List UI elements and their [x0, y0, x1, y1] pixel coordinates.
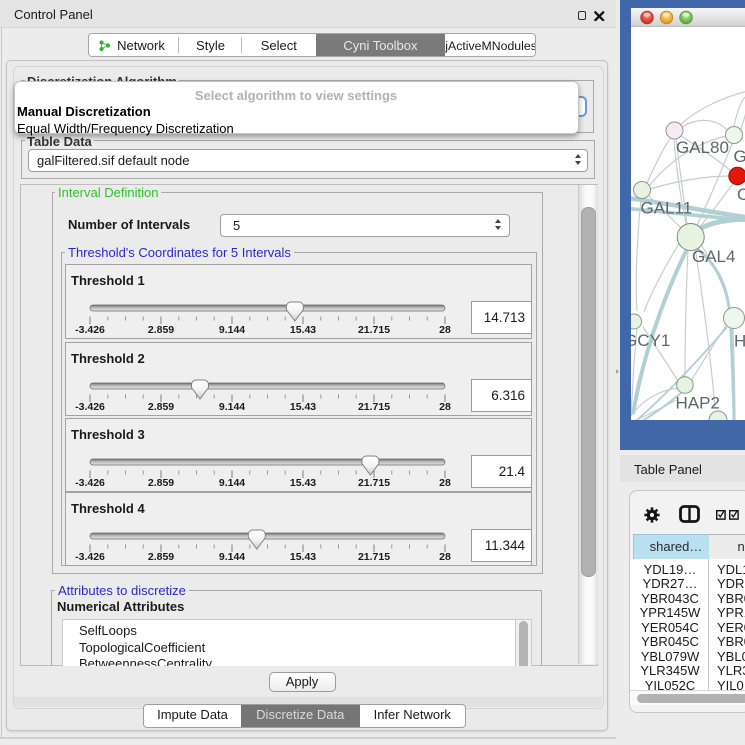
- svg-text:C: C: [737, 185, 745, 204]
- svg-text:HAP2: HAP2: [676, 394, 720, 413]
- svg-text:GAL4: GAL4: [692, 247, 735, 266]
- svg-text:GAL80: GAL80: [676, 138, 729, 157]
- svg-text:H: H: [734, 332, 745, 351]
- svg-text:GAL11: GAL11: [641, 199, 693, 218]
- svg-text:GA: GA: [734, 147, 745, 166]
